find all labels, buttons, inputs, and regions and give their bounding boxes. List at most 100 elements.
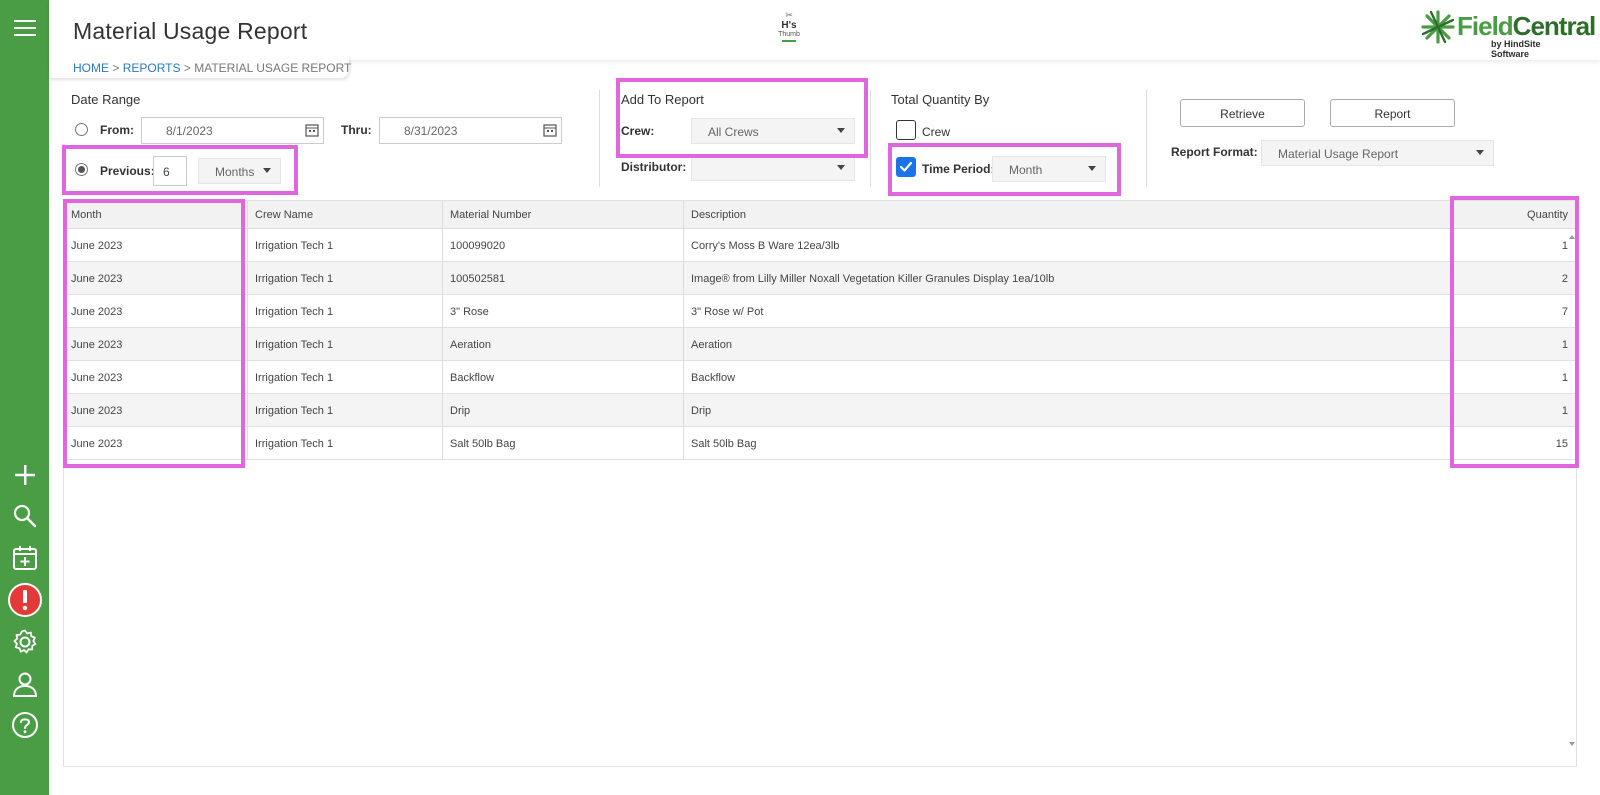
table-row[interactable]: June 2023 Irrigation Tech 1 100502581 Image… bbox=[64, 262, 1576, 295]
from-date-input[interactable]: 8/1/2023 bbox=[141, 117, 324, 144]
cell-quantity: 1 bbox=[1561, 372, 1568, 384]
cell-quantity: 1 bbox=[1561, 405, 1568, 417]
crew-checkbox[interactable] bbox=[896, 120, 916, 140]
chevron-down-icon bbox=[263, 168, 271, 173]
cell-quantity: 1 bbox=[1561, 339, 1568, 351]
previous-count-input[interactable]: 6 bbox=[153, 156, 187, 186]
cell-description: Backflow bbox=[683, 361, 1460, 394]
calendar-add-icon[interactable] bbox=[0, 540, 49, 576]
cell-crew-name: Irrigation Tech 1 bbox=[247, 262, 442, 295]
chevron-down-icon bbox=[1476, 150, 1484, 155]
cell-quantity: 7 bbox=[1561, 306, 1568, 318]
cell-crew-name: Irrigation Tech 1 bbox=[247, 295, 442, 328]
report-button[interactable]: Report bbox=[1330, 99, 1455, 127]
cell-description: Aeration bbox=[683, 328, 1460, 361]
plus-icon[interactable] bbox=[0, 457, 49, 493]
breadcrumb: HOME > REPORTS > MATERIAL USAGE REPORT bbox=[49, 56, 352, 78]
brand-logo: FieldCentral by HindSite Software bbox=[1415, 8, 1596, 59]
report-format-select[interactable]: Material Usage Report bbox=[1261, 140, 1494, 166]
add-to-report-title: Add To Report bbox=[621, 92, 704, 107]
cell-material-number: Backflow bbox=[442, 361, 683, 394]
cell-month: June 2023 bbox=[71, 273, 123, 285]
help-icon[interactable] bbox=[0, 707, 49, 743]
calendar-icon[interactable] bbox=[305, 123, 319, 137]
brand-name: FieldCentral bbox=[1457, 11, 1596, 41]
cell-quantity: 2 bbox=[1561, 273, 1568, 285]
total-quantity-by-title: Total Quantity By bbox=[891, 92, 990, 107]
cell-month: June 2023 bbox=[71, 306, 123, 318]
scroll-down-icon[interactable] bbox=[1569, 742, 1575, 746]
table-row[interactable]: June 2023 Irrigation Tech 1 3" Rose 3" Rose… bbox=[64, 295, 1576, 328]
previous-label: Previous: bbox=[100, 164, 155, 178]
alert-icon[interactable] bbox=[0, 582, 49, 618]
results-grid: Month Crew Name Material Number Descript… bbox=[63, 200, 1577, 767]
cell-month: June 2023 bbox=[71, 438, 123, 450]
cell-description: Corry's Moss B Ware 12ea/3lb bbox=[683, 229, 1460, 262]
brand-subtitle: by HindSite Software bbox=[1491, 39, 1541, 59]
thru-date-input[interactable]: 8/31/2023 bbox=[379, 117, 562, 144]
breadcrumb-reports[interactable]: REPORTS bbox=[123, 61, 181, 75]
calendar-icon[interactable] bbox=[543, 123, 557, 137]
cell-month: June 2023 bbox=[71, 405, 123, 417]
breadcrumb-separator: > bbox=[183, 61, 191, 75]
time-period-label: Time Period: bbox=[922, 162, 995, 176]
chevron-down-icon bbox=[837, 165, 845, 170]
page-title: Material Usage Report bbox=[73, 18, 308, 44]
table-row[interactable]: June 2023 Irrigation Tech 1 Aeration Aerati… bbox=[64, 328, 1576, 361]
column-header-month[interactable]: Month bbox=[71, 201, 241, 229]
cell-month: June 2023 bbox=[71, 372, 123, 384]
from-radio[interactable] bbox=[75, 123, 88, 136]
column-header-quantity[interactable]: Quantity bbox=[1460, 201, 1568, 229]
checkmark-icon bbox=[899, 161, 913, 172]
scroll-up-icon[interactable] bbox=[1569, 235, 1575, 239]
chevron-down-icon bbox=[1088, 166, 1096, 171]
table-row[interactable]: June 2023 Irrigation Tech 1 100099020 Corry… bbox=[64, 229, 1576, 262]
breadcrumb-home[interactable]: HOME bbox=[73, 61, 109, 75]
cell-description: Drip bbox=[683, 394, 1460, 427]
cell-material-number: Drip bbox=[442, 394, 683, 427]
column-header-material-number[interactable]: Material Number bbox=[442, 201, 682, 229]
cell-crew-name: Irrigation Tech 1 bbox=[247, 427, 442, 460]
cell-description: 3" Rose w/ Pot bbox=[683, 295, 1460, 328]
company-logo: ✂ H's Thumb bbox=[769, 10, 809, 50]
column-header-description[interactable]: Description bbox=[683, 201, 1463, 229]
chevron-down-icon bbox=[837, 128, 845, 133]
cell-month: June 2023 bbox=[71, 339, 123, 351]
table-header: Month Crew Name Material Number Descript… bbox=[64, 201, 1576, 229]
crew-select[interactable]: All Crews bbox=[691, 118, 855, 144]
cell-crew-name: Irrigation Tech 1 bbox=[247, 361, 442, 394]
cell-description: Image® from Lilly Miller Noxall Vegetati… bbox=[683, 262, 1460, 295]
sidebar bbox=[0, 0, 49, 795]
previous-unit-select[interactable]: Months bbox=[198, 158, 281, 184]
distributor-label: Distributor: bbox=[621, 160, 687, 174]
cell-material-number: 100099020 bbox=[442, 229, 683, 262]
table-row[interactable]: June 2023 Irrigation Tech 1 Backflow Backfl… bbox=[64, 361, 1576, 394]
leaf-icon: ✂ bbox=[785, 10, 793, 20]
date-range-title: Date Range bbox=[71, 92, 141, 107]
crew-label: Crew: bbox=[621, 124, 655, 138]
table-row[interactable]: June 2023 Irrigation Tech 1 Drip Drip 1 bbox=[64, 394, 1576, 427]
breadcrumb-current: MATERIAL USAGE REPORT bbox=[194, 61, 352, 75]
fieldcentral-logo-icon bbox=[1421, 10, 1455, 44]
cell-quantity: 1 bbox=[1561, 240, 1568, 252]
cell-description: Salt 50lb Bag bbox=[683, 427, 1460, 460]
cell-crew-name: Irrigation Tech 1 bbox=[247, 328, 442, 361]
header: Material Usage Report ✂ H's Thumb FieldC… bbox=[49, 0, 1600, 60]
previous-radio[interactable] bbox=[75, 163, 88, 176]
search-icon[interactable] bbox=[0, 498, 49, 534]
time-period-select[interactable]: Month bbox=[992, 156, 1106, 182]
gear-icon[interactable] bbox=[0, 624, 49, 660]
cell-crew-name: Irrigation Tech 1 bbox=[247, 394, 442, 427]
user-icon[interactable] bbox=[0, 666, 49, 702]
cell-material-number: 3" Rose bbox=[442, 295, 683, 328]
time-period-checkbox[interactable] bbox=[896, 157, 916, 177]
table-row[interactable]: June 2023 Irrigation Tech 1 Salt 50lb Bag S… bbox=[64, 427, 1576, 460]
report-format-label: Report Format: bbox=[1171, 145, 1258, 159]
company-logo-line2: Thumb bbox=[778, 31, 800, 38]
thru-label: Thru: bbox=[341, 123, 372, 137]
cell-quantity: 15 bbox=[1555, 438, 1568, 450]
distributor-select[interactable] bbox=[691, 155, 855, 181]
menu-icon[interactable] bbox=[0, 10, 49, 46]
retrieve-button[interactable]: Retrieve bbox=[1180, 99, 1305, 127]
cell-crew-name: Irrigation Tech 1 bbox=[247, 229, 442, 262]
